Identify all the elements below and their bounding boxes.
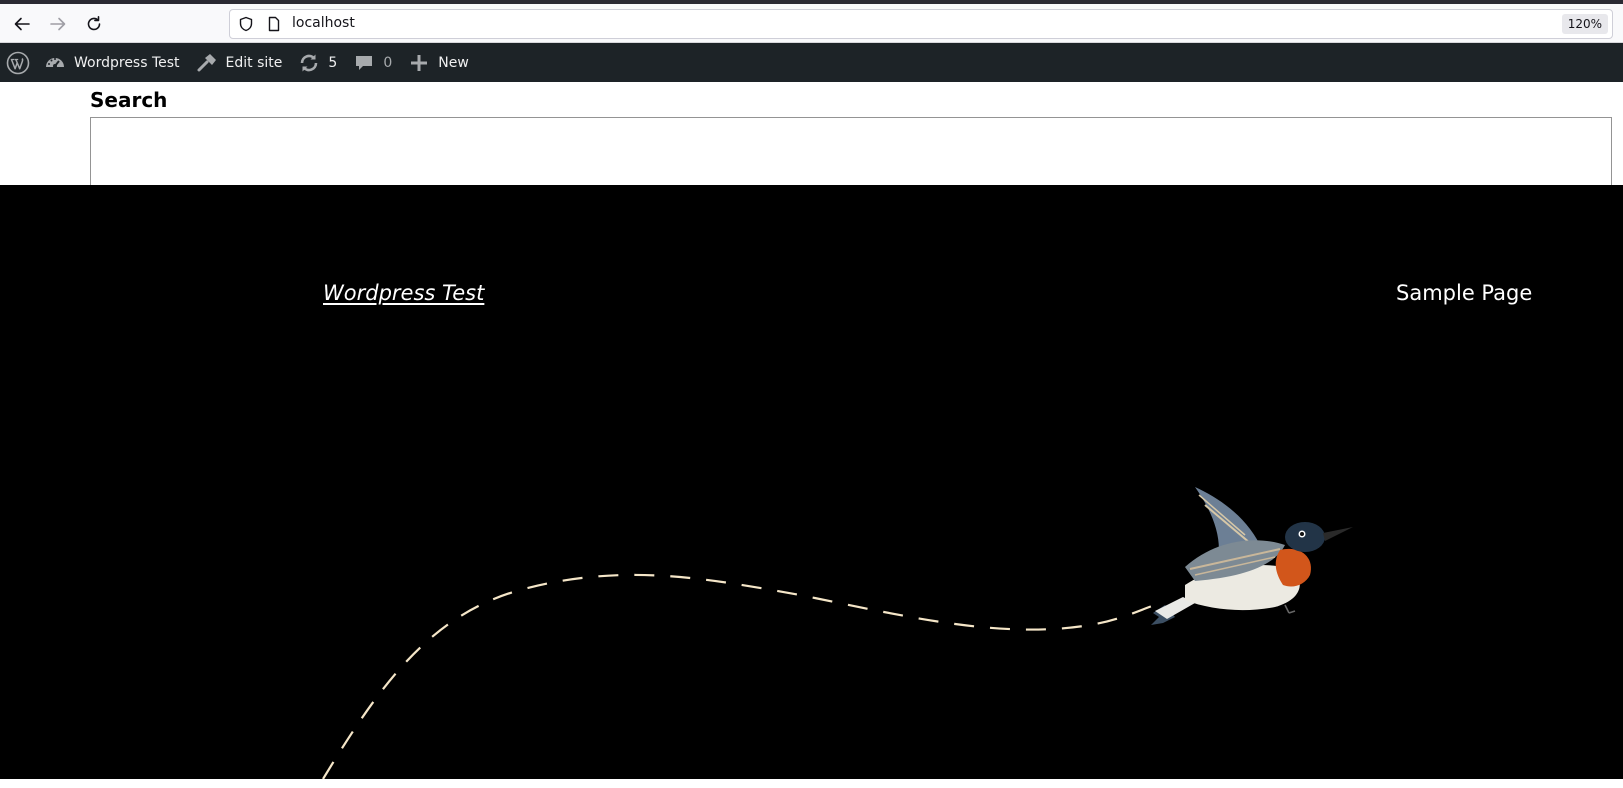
arrow-left-icon xyxy=(14,17,30,31)
shield-icon[interactable] xyxy=(238,16,254,32)
comments-count: 0 xyxy=(383,54,393,71)
reload-icon xyxy=(87,16,101,31)
dashed-flight-path xyxy=(322,573,1161,779)
reload-button[interactable] xyxy=(81,11,107,37)
back-button[interactable] xyxy=(9,11,35,37)
wordpress-logo-icon xyxy=(6,51,30,74)
edit-site-link[interactable]: Edit site xyxy=(188,43,291,82)
page-bottom-strip xyxy=(0,779,1623,788)
wordpress-menu[interactable] xyxy=(0,43,36,82)
comment-icon xyxy=(356,55,373,70)
site-name-menu[interactable]: Wordpress Test xyxy=(36,43,188,82)
new-content-menu[interactable]: New xyxy=(400,43,477,82)
dashboard-icon xyxy=(46,57,64,68)
hero-illustration xyxy=(322,487,1353,779)
url-text[interactable]: localhost xyxy=(292,15,355,31)
address-bar[interactable]: localhost 120% xyxy=(229,9,1613,39)
browser-toolbar: localhost 120% xyxy=(0,4,1623,43)
site-header-hero: Wordpress Test Sample Page xyxy=(0,185,1623,779)
updates-icon xyxy=(301,54,318,71)
search-label: Search xyxy=(90,88,168,112)
page-icon xyxy=(268,16,280,32)
updates-link[interactable]: 5 xyxy=(290,43,345,82)
hammer-icon xyxy=(197,53,216,71)
new-label: New xyxy=(438,54,469,71)
bird-illustration xyxy=(1151,487,1353,625)
updates-count: 5 xyxy=(328,54,338,71)
edit-site-label: Edit site xyxy=(225,54,283,71)
forward-button[interactable] xyxy=(45,11,71,37)
arrow-right-icon xyxy=(50,17,66,31)
zoom-level-badge[interactable]: 120% xyxy=(1561,14,1608,34)
plus-icon xyxy=(411,54,428,71)
site-name-label: Wordpress Test xyxy=(74,54,180,71)
wp-admin-bar: Wordpress Test Edit site 5 0 New xyxy=(0,43,1623,82)
search-input[interactable] xyxy=(90,117,1612,185)
comments-link[interactable]: 0 xyxy=(345,43,400,82)
search-block: Search xyxy=(0,82,1623,185)
